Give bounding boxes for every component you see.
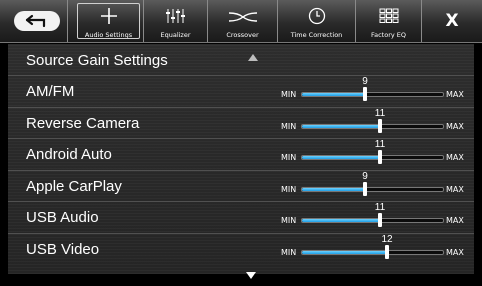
gain-slider-track[interactable] [301, 218, 444, 223]
gain-value: 9 [362, 170, 368, 182]
gain-slider-track[interactable] [301, 123, 444, 129]
top-navigation-bar: Audio Settings Equalizer Crossover Time … [0, 0, 482, 43]
equalizer-icon [165, 0, 187, 31]
tab-equalizer[interactable]: Equalizer [144, 0, 208, 42]
tab-crossover[interactable]: Crossover [208, 0, 278, 42]
back-arrow-icon [13, 11, 60, 31]
gain-value: 9 [362, 76, 368, 87]
gain-slider-thumb[interactable] [385, 244, 389, 259]
clock-icon [308, 0, 326, 31]
gain-slider-thumb[interactable] [363, 87, 367, 101]
source-gain-row: Reverse Camera MIN 11 MAX [8, 106, 474, 139]
gain-slider-fill [302, 187, 366, 191]
gain-slider-thumb[interactable] [378, 150, 382, 164]
slider-min-label: MIN [281, 121, 297, 131]
tab-factory-eq[interactable]: Factory EQ [356, 0, 422, 42]
slider-min-label: MIN [281, 216, 297, 225]
gain-value: 11 [374, 107, 386, 119]
gain-slider-thumb[interactable] [378, 118, 382, 133]
gain-slider-fill [302, 250, 388, 254]
slider-min-label: MIN [281, 247, 297, 257]
gain-value: 11 [374, 139, 386, 150]
source-name: Apple CarPlay [26, 177, 122, 195]
page-title: Source Gain Settings [26, 52, 168, 69]
source-gain-row: USB Video MIN 12 MAX [8, 232, 474, 265]
close-button[interactable]: X [422, 0, 482, 42]
gain-slider-track[interactable] [301, 92, 444, 97]
gain-slider-track[interactable] [301, 155, 444, 160]
gain-value: 12 [381, 233, 393, 245]
slider-min-label: MIN [281, 90, 297, 99]
slider-max-label: MAX [446, 153, 464, 162]
slider-max-label: MAX [446, 216, 464, 225]
crossover-icon [228, 0, 258, 31]
slider-min-label: MIN [281, 153, 297, 162]
tab-label: Equalizer [160, 31, 191, 39]
source-name: USB Audio [26, 209, 99, 226]
gain-slider-thumb[interactable] [363, 181, 367, 196]
source-gain-row: Apple CarPlay MIN 9 MAX [8, 169, 474, 202]
source-name: USB Video [26, 240, 100, 258]
slider-max-label: MAX [446, 121, 464, 131]
gain-slider-track[interactable] [301, 249, 444, 255]
gain-slider-thumb[interactable] [378, 213, 382, 227]
tab-time-correction[interactable]: Time Correction [278, 0, 356, 42]
scroll-up-arrow-icon[interactable] [248, 54, 258, 61]
source-gain-panel: Source Gain Settings AM/FM MIN 9 MAX Rev… [8, 44, 474, 274]
scroll-down-arrow-icon[interactable] [246, 272, 256, 279]
slider-max-label: MAX [446, 247, 464, 257]
grid-icon [379, 0, 399, 31]
source-name: Reverse Camera [26, 114, 140, 132]
source-name: AM/FM [26, 83, 75, 100]
source-gain-row: AM/FM MIN 9 MAX [8, 75, 474, 107]
back-button[interactable] [6, 0, 68, 42]
gain-value: 11 [374, 202, 386, 213]
gain-slider-fill [302, 93, 366, 96]
tab-audio-settings[interactable]: Audio Settings [74, 0, 144, 42]
tab-label: Crossover [226, 31, 259, 39]
gain-slider-fill [302, 124, 381, 128]
slider-max-label: MAX [446, 90, 464, 99]
slider-max-label: MAX [446, 184, 464, 194]
source-gain-row: USB Audio MIN 11 MAX [8, 201, 474, 233]
active-tab-frame [77, 3, 140, 39]
gain-slider-fill [302, 219, 381, 222]
source-name: Android Auto [26, 146, 112, 163]
tab-label: Factory EQ [370, 31, 407, 39]
tab-label: Time Correction [290, 31, 343, 39]
audio-settings-screen: Audio Settings Equalizer Crossover Time … [0, 0, 482, 286]
gain-slider-track[interactable] [301, 186, 444, 192]
gain-slider-fill [302, 156, 381, 159]
slider-min-label: MIN [281, 184, 297, 194]
source-gain-row: Android Auto MIN 11 MAX [8, 138, 474, 170]
